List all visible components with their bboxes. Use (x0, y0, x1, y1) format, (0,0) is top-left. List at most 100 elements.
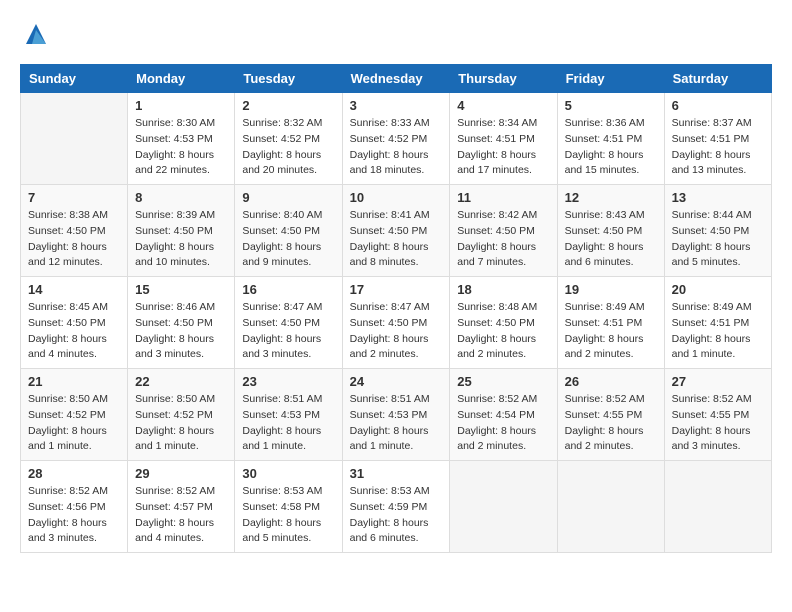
calendar-cell: 1 Sunrise: 8:30 AMSunset: 4:53 PMDaylight… (128, 93, 235, 185)
calendar-cell: 12 Sunrise: 8:43 AMSunset: 4:50 PMDayligh… (557, 185, 664, 277)
calendar-cell: 19 Sunrise: 8:49 AMSunset: 4:51 PMDayligh… (557, 277, 664, 369)
day-number: 6 (672, 98, 764, 113)
day-info: Sunrise: 8:42 AMSunset: 4:50 PMDaylight:… (457, 208, 549, 271)
calendar-cell: 11 Sunrise: 8:42 AMSunset: 4:50 PMDayligh… (450, 185, 557, 277)
day-number: 11 (457, 190, 549, 205)
day-number: 16 (242, 282, 334, 297)
day-info: Sunrise: 8:44 AMSunset: 4:50 PMDaylight:… (672, 208, 764, 271)
calendar-cell: 16 Sunrise: 8:47 AMSunset: 4:50 PMDayligh… (235, 277, 342, 369)
day-info: Sunrise: 8:51 AMSunset: 4:53 PMDaylight:… (242, 392, 334, 455)
calendar-week-row: 14 Sunrise: 8:45 AMSunset: 4:50 PMDayligh… (21, 277, 772, 369)
calendar-cell: 20 Sunrise: 8:49 AMSunset: 4:51 PMDayligh… (664, 277, 771, 369)
weekday-header: Tuesday (235, 65, 342, 93)
calendar-cell: 23 Sunrise: 8:51 AMSunset: 4:53 PMDayligh… (235, 369, 342, 461)
day-info: Sunrise: 8:53 AMSunset: 4:59 PMDaylight:… (350, 484, 443, 547)
day-number: 7 (28, 190, 120, 205)
calendar-week-row: 21Sunrise: 8:50 AMSunset: 4:52 PMDayligh… (21, 369, 772, 461)
day-number: 14 (28, 282, 120, 297)
day-info: Sunrise: 8:50 AMSunset: 4:52 PMDaylight:… (28, 392, 120, 455)
weekday-header: Thursday (450, 65, 557, 93)
logo-icon (22, 20, 50, 48)
day-number: 8 (135, 190, 227, 205)
day-info: Sunrise: 8:52 AMSunset: 4:54 PMDaylight:… (457, 392, 549, 455)
day-number: 10 (350, 190, 443, 205)
day-info: Sunrise: 8:45 AMSunset: 4:50 PMDaylight:… (28, 300, 120, 363)
day-number: 30 (242, 466, 334, 481)
day-info: Sunrise: 8:49 AMSunset: 4:51 PMDaylight:… (672, 300, 764, 363)
day-number: 27 (672, 374, 764, 389)
day-number: 5 (565, 98, 657, 113)
day-info: Sunrise: 8:51 AMSunset: 4:53 PMDaylight:… (350, 392, 443, 455)
calendar-cell (664, 461, 771, 553)
day-number: 19 (565, 282, 657, 297)
day-info: Sunrise: 8:33 AMSunset: 4:52 PMDaylight:… (350, 116, 443, 179)
day-info: Sunrise: 8:52 AMSunset: 4:57 PMDaylight:… (135, 484, 227, 547)
day-info: Sunrise: 8:38 AMSunset: 4:50 PMDaylight:… (28, 208, 120, 271)
calendar-cell: 15Sunrise: 8:46 AMSunset: 4:50 PMDayligh… (128, 277, 235, 369)
day-number: 15 (135, 282, 227, 297)
day-info: Sunrise: 8:48 AMSunset: 4:50 PMDaylight:… (457, 300, 549, 363)
day-number: 17 (350, 282, 443, 297)
day-number: 31 (350, 466, 443, 481)
day-number: 4 (457, 98, 549, 113)
weekday-header: Wednesday (342, 65, 450, 93)
calendar-cell: 28 Sunrise: 8:52 AMSunset: 4:56 PMDayligh… (21, 461, 128, 553)
day-number: 25 (457, 374, 549, 389)
day-number: 12 (565, 190, 657, 205)
weekday-header: Saturday (664, 65, 771, 93)
day-info: Sunrise: 8:50 AMSunset: 4:52 PMDaylight:… (135, 392, 227, 455)
calendar-cell: 13 Sunrise: 8:44 AMSunset: 4:50 PMDayligh… (664, 185, 771, 277)
calendar-header-row: SundayMondayTuesdayWednesdayThursdayFrid… (21, 65, 772, 93)
calendar-cell: 27 Sunrise: 8:52 AMSunset: 4:55 PMDayligh… (664, 369, 771, 461)
calendar-cell: 2 Sunrise: 8:32 AMSunset: 4:52 PMDaylight… (235, 93, 342, 185)
calendar-cell (557, 461, 664, 553)
weekday-header: Monday (128, 65, 235, 93)
day-number: 3 (350, 98, 443, 113)
day-info: Sunrise: 8:52 AMSunset: 4:56 PMDaylight:… (28, 484, 120, 547)
day-number: 20 (672, 282, 764, 297)
day-info: Sunrise: 8:52 AMSunset: 4:55 PMDaylight:… (672, 392, 764, 455)
calendar-cell (21, 93, 128, 185)
day-number: 29 (135, 466, 227, 481)
calendar-cell: 22 Sunrise: 8:50 AMSunset: 4:52 PMDayligh… (128, 369, 235, 461)
day-info: Sunrise: 8:53 AMSunset: 4:58 PMDaylight:… (242, 484, 334, 547)
day-info: Sunrise: 8:34 AMSunset: 4:51 PMDaylight:… (457, 116, 549, 179)
calendar-cell: 24 Sunrise: 8:51 AMSunset: 4:53 PMDayligh… (342, 369, 450, 461)
calendar-cell: 31 Sunrise: 8:53 AMSunset: 4:59 PMDayligh… (342, 461, 450, 553)
calendar-cell (450, 461, 557, 553)
day-number: 13 (672, 190, 764, 205)
page-header (20, 20, 772, 54)
calendar-cell: 7 Sunrise: 8:38 AMSunset: 4:50 PMDaylight… (21, 185, 128, 277)
day-number: 24 (350, 374, 443, 389)
day-info: Sunrise: 8:30 AMSunset: 4:53 PMDaylight:… (135, 116, 227, 179)
calendar-cell: 18 Sunrise: 8:48 AMSunset: 4:50 PMDayligh… (450, 277, 557, 369)
calendar-cell: 30 Sunrise: 8:53 AMSunset: 4:58 PMDayligh… (235, 461, 342, 553)
day-info: Sunrise: 8:32 AMSunset: 4:52 PMDaylight:… (242, 116, 334, 179)
day-info: Sunrise: 8:49 AMSunset: 4:51 PMDaylight:… (565, 300, 657, 363)
calendar-cell: 6Sunrise: 8:37 AMSunset: 4:51 PMDaylight… (664, 93, 771, 185)
day-info: Sunrise: 8:36 AMSunset: 4:51 PMDaylight:… (565, 116, 657, 179)
calendar-week-row: 28 Sunrise: 8:52 AMSunset: 4:56 PMDayligh… (21, 461, 772, 553)
day-number: 18 (457, 282, 549, 297)
calendar-cell: 5 Sunrise: 8:36 AMSunset: 4:51 PMDaylight… (557, 93, 664, 185)
day-number: 26 (565, 374, 657, 389)
day-info: Sunrise: 8:47 AMSunset: 4:50 PMDaylight:… (350, 300, 443, 363)
calendar-week-row: 7 Sunrise: 8:38 AMSunset: 4:50 PMDaylight… (21, 185, 772, 277)
calendar-cell: 8Sunrise: 8:39 AMSunset: 4:50 PMDaylight… (128, 185, 235, 277)
day-number: 23 (242, 374, 334, 389)
day-info: Sunrise: 8:47 AMSunset: 4:50 PMDaylight:… (242, 300, 334, 363)
calendar-cell: 21Sunrise: 8:50 AMSunset: 4:52 PMDayligh… (21, 369, 128, 461)
day-number: 9 (242, 190, 334, 205)
weekday-header: Sunday (21, 65, 128, 93)
day-number: 22 (135, 374, 227, 389)
calendar-cell: 17 Sunrise: 8:47 AMSunset: 4:50 PMDayligh… (342, 277, 450, 369)
logo (20, 20, 52, 54)
calendar-cell: 26Sunrise: 8:52 AMSunset: 4:55 PMDayligh… (557, 369, 664, 461)
day-info: Sunrise: 8:41 AMSunset: 4:50 PMDaylight:… (350, 208, 443, 271)
day-number: 28 (28, 466, 120, 481)
day-number: 2 (242, 98, 334, 113)
day-number: 1 (135, 98, 227, 113)
day-info: Sunrise: 8:43 AMSunset: 4:50 PMDaylight:… (565, 208, 657, 271)
calendar-cell: 29 Sunrise: 8:52 AMSunset: 4:57 PMDayligh… (128, 461, 235, 553)
calendar: SundayMondayTuesdayWednesdayThursdayFrid… (20, 64, 772, 553)
